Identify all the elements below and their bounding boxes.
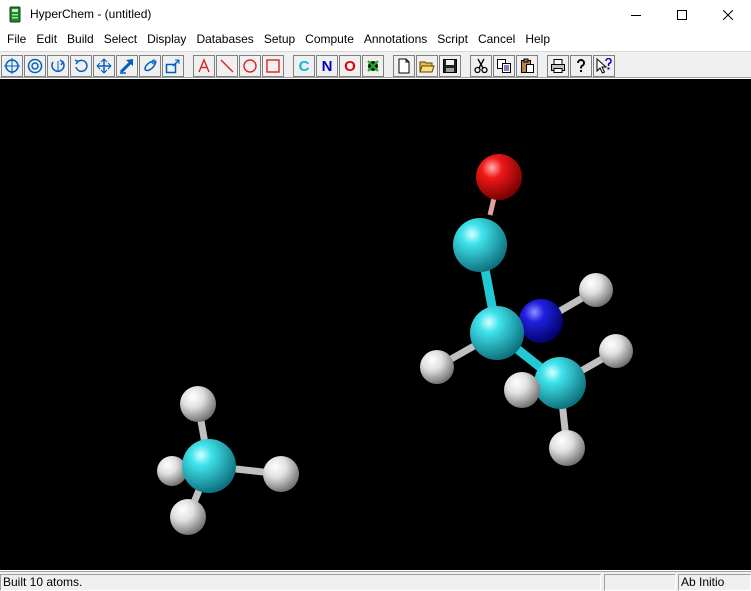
text-annotation-button[interactable] bbox=[193, 55, 215, 77]
atom-nitrogen[interactable] bbox=[519, 299, 563, 343]
xy-rotate-tool-button[interactable] bbox=[47, 55, 69, 77]
z-clip-tool-button[interactable] bbox=[162, 55, 184, 77]
clipboard-paste-icon bbox=[521, 58, 534, 73]
scissors-icon bbox=[474, 58, 488, 74]
concentric-circle-icon bbox=[27, 58, 43, 74]
toolbar: C N O bbox=[0, 51, 751, 78]
oxygen-element-button[interactable]: O bbox=[339, 55, 361, 77]
menu-annotations[interactable]: Annotations bbox=[359, 30, 432, 49]
square-icon bbox=[266, 59, 280, 73]
close-icon bbox=[723, 9, 733, 20]
select-tool-button[interactable] bbox=[24, 55, 46, 77]
atom-methane-carbon[interactable] bbox=[182, 439, 236, 493]
status-method: Ab Initio bbox=[678, 574, 751, 591]
carbon-label: C bbox=[298, 57, 310, 75]
atom-oxygen[interactable] bbox=[476, 154, 522, 200]
copy-button[interactable] bbox=[493, 55, 515, 77]
question-mark-icon bbox=[576, 59, 585, 72]
menu-display[interactable]: Display bbox=[142, 30, 191, 49]
paste-button[interactable] bbox=[516, 55, 538, 77]
context-help-button[interactable] bbox=[593, 55, 615, 77]
save-disk-icon bbox=[443, 59, 457, 73]
nitrogen-label: N bbox=[321, 57, 333, 75]
status-middle-pane bbox=[604, 574, 676, 591]
rotate-xy-icon bbox=[51, 59, 65, 72]
nitrogen-element-button[interactable]: N bbox=[316, 55, 338, 77]
move-arrows-icon bbox=[96, 58, 112, 74]
default-element-icon bbox=[367, 60, 379, 72]
menu-edit[interactable]: Edit bbox=[31, 30, 62, 49]
new-file-button[interactable] bbox=[393, 55, 415, 77]
molecule-methane bbox=[157, 386, 299, 535]
copy-pages-icon bbox=[497, 59, 511, 73]
zoom-tool-button[interactable] bbox=[139, 55, 161, 77]
atom-methane-hydrogen-right[interactable] bbox=[263, 456, 299, 492]
atom-hydrogen-methyl-2[interactable] bbox=[549, 430, 585, 466]
clip-box-icon bbox=[165, 59, 180, 74]
menu-script[interactable]: Script bbox=[432, 30, 473, 49]
molecule-amide bbox=[420, 154, 633, 466]
z-translate-arrow-icon bbox=[119, 59, 134, 74]
new-document-icon bbox=[398, 58, 410, 74]
atom-hydrogen-methyl-1[interactable] bbox=[599, 334, 633, 368]
rotate-z-icon bbox=[74, 59, 88, 73]
status-message: Built 10 atoms. bbox=[0, 574, 601, 591]
z-rotate-tool-button[interactable] bbox=[70, 55, 92, 77]
maximize-icon bbox=[677, 9, 687, 20]
menu-setup[interactable]: Setup bbox=[259, 30, 300, 49]
save-file-button[interactable] bbox=[439, 55, 461, 77]
ellipse-annotation-button[interactable] bbox=[239, 55, 261, 77]
draw-tool-button[interactable] bbox=[1, 55, 23, 77]
line-icon bbox=[220, 59, 234, 73]
rectangle-annotation-button[interactable] bbox=[262, 55, 284, 77]
help-button[interactable] bbox=[570, 55, 592, 77]
menu-compute[interactable]: Compute bbox=[300, 30, 359, 49]
zoom-lens-icon bbox=[144, 59, 157, 72]
menu-cancel[interactable]: Cancel bbox=[473, 30, 520, 49]
letter-a-icon bbox=[198, 58, 210, 73]
line-annotation-button[interactable] bbox=[216, 55, 238, 77]
menu-select[interactable]: Select bbox=[99, 30, 142, 49]
menu-bar: File Edit Build Select Display Databases… bbox=[0, 29, 751, 50]
title-bar: HyperChem - (untitled) bbox=[0, 0, 751, 29]
minimize-icon bbox=[631, 14, 641, 16]
print-button[interactable] bbox=[547, 55, 569, 77]
atom-carbon-methyl[interactable] bbox=[534, 357, 586, 409]
minimize-button[interactable] bbox=[613, 0, 659, 29]
xy-translate-tool-button[interactable] bbox=[93, 55, 115, 77]
atom-carbon-carbonyl[interactable] bbox=[453, 218, 507, 272]
atom-methane-hydrogen-top[interactable] bbox=[180, 386, 216, 422]
z-translate-tool-button[interactable] bbox=[116, 55, 138, 77]
crosshair-circle-icon bbox=[4, 58, 20, 74]
printer-icon bbox=[551, 59, 565, 73]
carbon-element-button[interactable]: C bbox=[293, 55, 315, 77]
menu-build[interactable]: Build bbox=[62, 30, 99, 49]
atom-hydrogen-methyl-3[interactable] bbox=[504, 372, 540, 408]
atom-carbon-alpha[interactable] bbox=[470, 306, 524, 360]
pointer-help-icon bbox=[596, 58, 612, 74]
periodic-table-button[interactable] bbox=[362, 55, 384, 77]
maximize-button[interactable] bbox=[659, 0, 705, 29]
oxygen-label: O bbox=[344, 57, 356, 75]
window-title: HyperChem - (untitled) bbox=[30, 7, 152, 21]
open-folder-icon bbox=[419, 61, 435, 73]
menu-help[interactable]: Help bbox=[520, 30, 555, 49]
status-bar: Built 10 atoms. Ab Initio bbox=[0, 571, 751, 591]
molecule-workspace[interactable] bbox=[0, 79, 751, 570]
close-button[interactable] bbox=[705, 0, 751, 29]
atom-hydrogen-alpha[interactable] bbox=[420, 350, 454, 384]
menu-file[interactable]: File bbox=[2, 30, 31, 49]
atom-hydrogen-n[interactable] bbox=[579, 273, 613, 307]
open-file-button[interactable] bbox=[416, 55, 438, 77]
circle-icon bbox=[243, 59, 257, 73]
cut-button[interactable] bbox=[470, 55, 492, 77]
hyperchem-app-icon bbox=[7, 6, 23, 23]
atom-methane-hydrogen-bottom[interactable] bbox=[170, 499, 206, 535]
menu-databases[interactable]: Databases bbox=[191, 30, 258, 49]
